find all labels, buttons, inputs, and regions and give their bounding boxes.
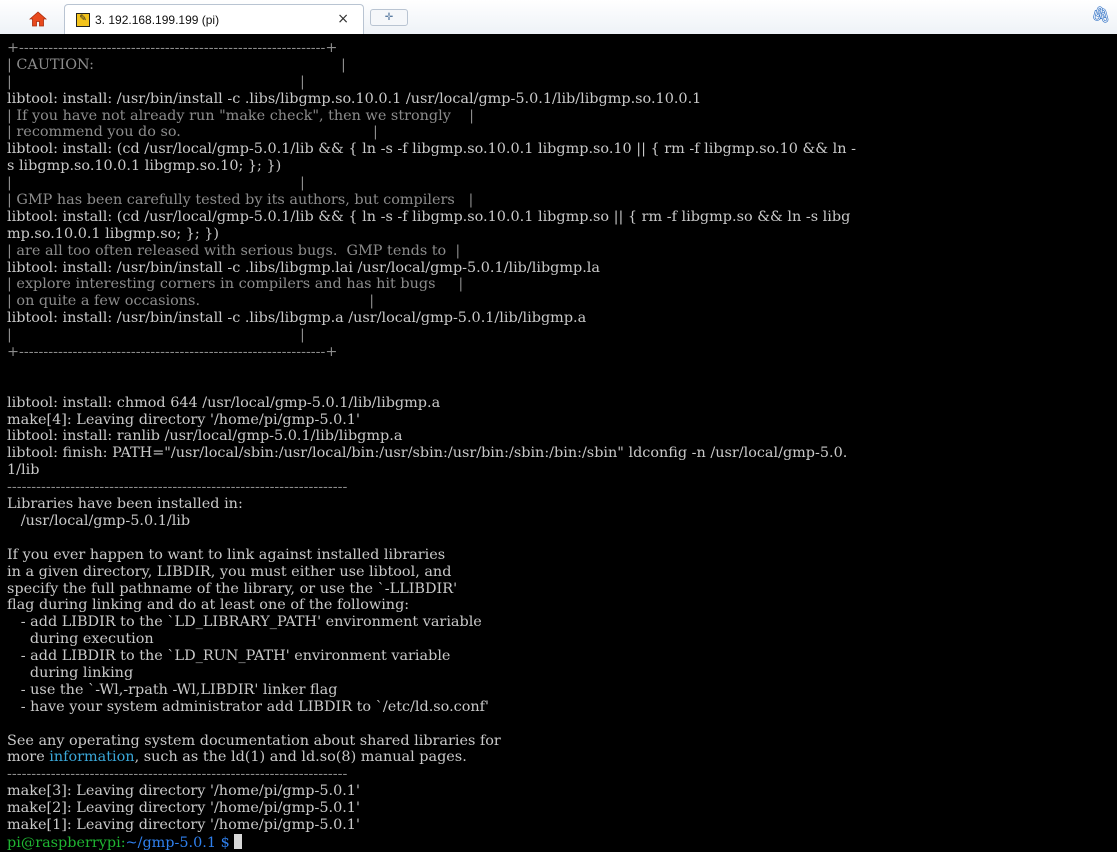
terminal-line: | | [7, 327, 305, 344]
terminal-line: - add LIBDIR to the `LD_LIBRARY_PATH' en… [7, 614, 482, 631]
terminal-output: +---------------------------------------… [0, 34, 1117, 851]
terminal-line: specify the full pathname of the library… [7, 580, 458, 597]
tab-title: 3. 192.168.199.199 (pi) [95, 12, 220, 27]
terminal-line: during linking [7, 664, 134, 681]
terminal-line: libtool: install: chmod 644 /usr/local/g… [7, 394, 441, 411]
terminal-line: - add LIBDIR to the `LD_RUN_PATH' enviro… [7, 648, 451, 665]
paperclip-icon[interactable]: 🖇 [1091, 5, 1111, 24]
terminal-line: in a given directory, LIBDIR, you must e… [7, 563, 452, 580]
terminal-line: If you ever happen to want to link again… [7, 546, 446, 563]
terminal-line: | GMP has been carefully tested by its a… [7, 192, 474, 209]
terminal-line: Libraries have been installed in: [7, 496, 243, 513]
terminal-line: | If you have not already run "make chec… [7, 107, 475, 124]
terminal-line: ----------------------------------------… [7, 766, 348, 783]
home-icon [29, 11, 47, 27]
terminal-line: | | [7, 73, 305, 90]
terminal-line: - have your system administrator add LIB… [7, 698, 489, 715]
terminal-line: +---------------------------------------… [7, 40, 338, 56]
terminal-line: libtool: install: (cd /usr/local/gmp-5.0… [7, 141, 856, 158]
terminal-view[interactable]: +---------------------------------------… [0, 34, 1117, 852]
terminal-line: mp.so.10.0.1 libgmp.so; }; }) [7, 225, 220, 242]
terminal-line: See any operating system documentation a… [7, 732, 501, 749]
info-text-before: more [7, 749, 50, 766]
tab-bar: ✎ 3. 192.168.199.199 (pi) × ✛ 🖇 [0, 0, 1117, 35]
terminal-line: | | [7, 175, 305, 192]
terminal-line: - use the `-Wl,-rpath -Wl,LIBDIR' linker… [7, 681, 338, 698]
prompt-path: ~/gmp-5.0.1 $ [125, 834, 230, 851]
tab-session[interactable]: ✎ 3. 192.168.199.199 (pi) × [64, 4, 364, 34]
info-text-after: , such as the ld(1) and ld.so(8) manual … [134, 749, 467, 766]
prompt-user-host: pi@raspberrypi: [7, 834, 126, 851]
terminal-line: during execution [7, 631, 154, 648]
terminal-line: ----------------------------------------… [7, 479, 348, 496]
terminal-line: flag during linking and do at least one … [7, 597, 410, 614]
terminal-line: libtool: install: ranlib /usr/local/gmp-… [7, 428, 403, 445]
terminal-session-icon: ✎ [76, 12, 90, 27]
terminal-line: | recommend you do so. | [7, 124, 378, 141]
terminal-line: libtool: install: /usr/bin/install -c .l… [7, 310, 587, 327]
terminal-line: /usr/local/gmp-5.0.1/lib [7, 512, 191, 529]
plus-icon: ✛ [384, 12, 394, 23]
close-icon[interactable]: × [337, 11, 349, 27]
terminal-line: s libgmp.so.10.0.1 libgmp.so.10; }; }) [7, 158, 282, 175]
terminal-line: make[3]: Leaving directory '/home/pi/gmp… [7, 783, 360, 800]
terminal-line: libtool: install: /usr/bin/install -c .l… [7, 90, 702, 107]
information-link[interactable]: information [49, 749, 134, 765]
home-tab[interactable] [16, 6, 60, 32]
text-cursor [234, 833, 243, 849]
terminal-line: | CAUTION: | [7, 56, 346, 73]
terminal-line: more information, such as the ld(1) and … [7, 749, 1117, 766]
terminal-line: | explore interesting corners in compile… [7, 276, 464, 293]
shell-prompt[interactable]: pi@raspberrypi:~/gmp-5.0.1 $ [7, 833, 1117, 851]
terminal-line: make[2]: Leaving directory '/home/pi/gmp… [7, 800, 360, 817]
terminal-line: libtool: finish: PATH="/usr/local/sbin:/… [7, 445, 848, 462]
terminal-line: libtool: install: (cd /usr/local/gmp-5.0… [7, 208, 851, 225]
terminal-line: +---------------------------------------… [7, 344, 338, 361]
new-tab-button[interactable]: ✛ [370, 9, 408, 26]
terminal-line: | are all too often released with seriou… [7, 242, 461, 259]
terminal-line: 1/lib [7, 462, 40, 479]
terminal-line: libtool: install: /usr/bin/install -c .l… [7, 259, 600, 276]
terminal-line: make[4]: Leaving directory '/home/pi/gmp… [7, 411, 360, 428]
terminal-line: make[1]: Leaving directory '/home/pi/gmp… [7, 816, 360, 833]
terminal-line: | on quite a few occasions. | [7, 293, 375, 310]
